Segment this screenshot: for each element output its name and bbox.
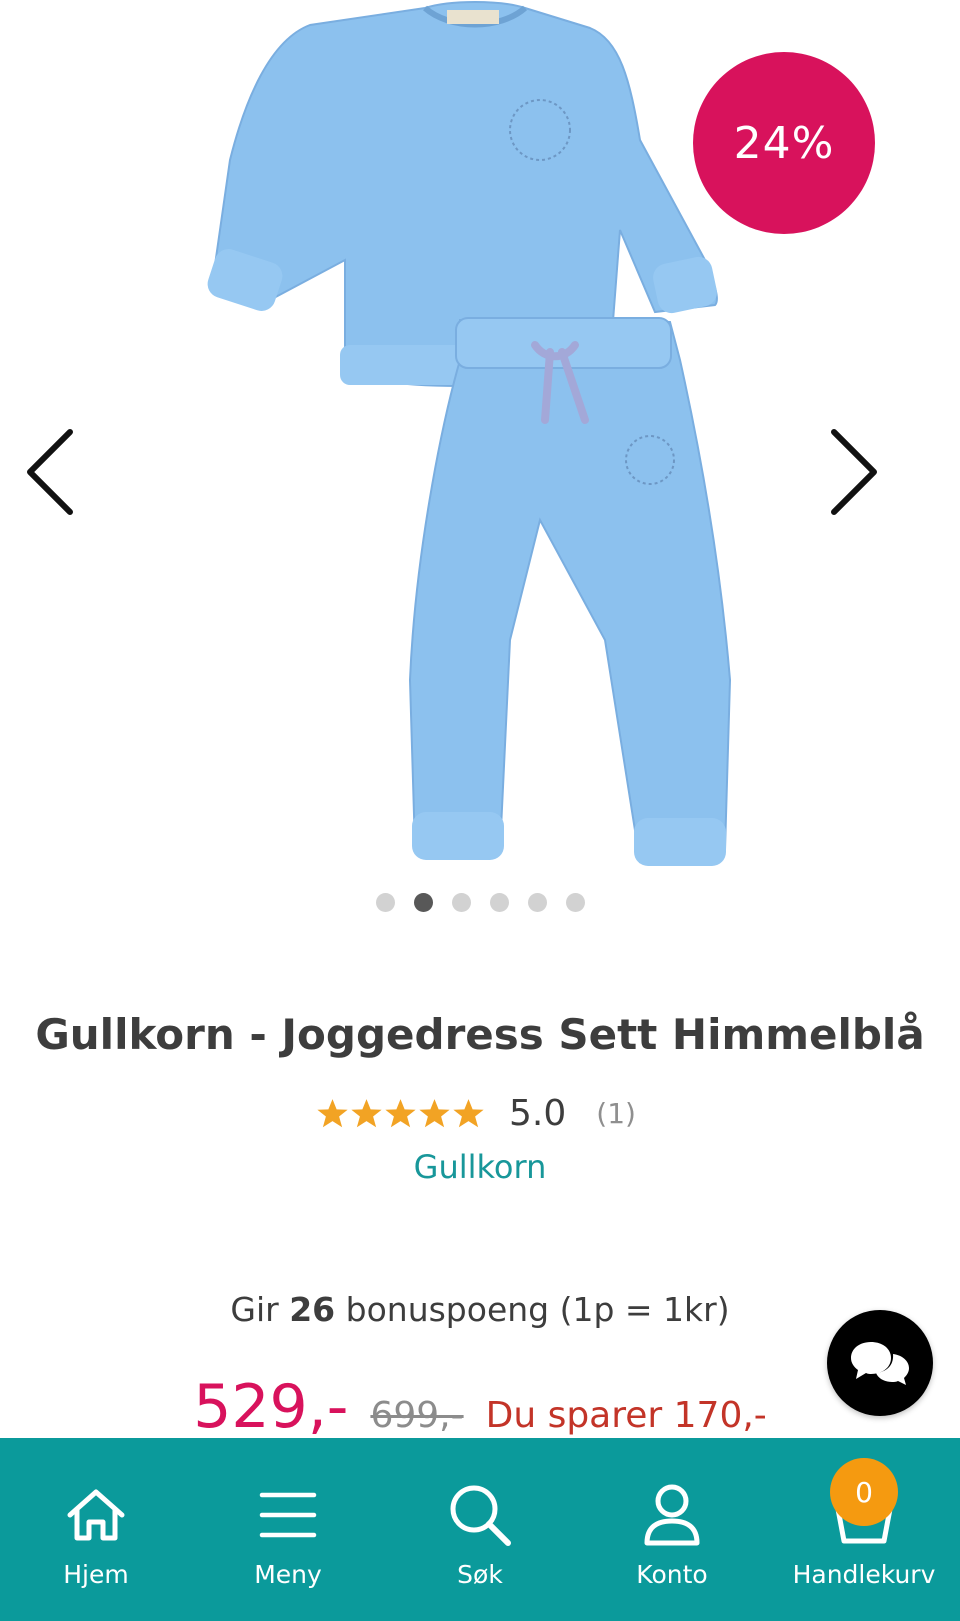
gallery-pagination bbox=[0, 893, 960, 912]
current-price: 529,- bbox=[193, 1372, 349, 1442]
star-icon bbox=[419, 1099, 450, 1128]
star-icon bbox=[351, 1099, 382, 1128]
star-icon bbox=[453, 1099, 484, 1128]
review-count[interactable]: (1) bbox=[596, 1097, 636, 1130]
savings-text: Du sparer 170,- bbox=[485, 1395, 767, 1436]
gallery-dot[interactable] bbox=[565, 893, 585, 912]
rating-score: 5.0 bbox=[509, 1093, 567, 1134]
next-image-button[interactable] bbox=[822, 420, 892, 520]
nav-label: Hjem bbox=[63, 1560, 129, 1589]
product-title: Gullkorn - Joggedress Sett Himmelblå bbox=[35, 1010, 925, 1059]
home-icon bbox=[67, 1489, 125, 1541]
star-icon bbox=[385, 1099, 416, 1128]
chat-button[interactable] bbox=[827, 1310, 933, 1416]
bonus-prefix: Gir bbox=[230, 1290, 279, 1329]
gallery-dot[interactable] bbox=[375, 893, 395, 912]
nav-menu[interactable]: Meny bbox=[192, 1438, 384, 1621]
chat-icon bbox=[851, 1342, 909, 1385]
original-price: 699,- bbox=[370, 1395, 464, 1436]
product-image bbox=[207, 1, 732, 866]
bonus-points: 26 bbox=[289, 1290, 336, 1329]
gallery-dot[interactable] bbox=[527, 893, 547, 912]
gallery-dot[interactable] bbox=[489, 893, 509, 912]
brand-link[interactable]: Gullkorn bbox=[0, 1148, 960, 1186]
nav-home[interactable]: Hjem bbox=[0, 1438, 192, 1621]
chevron-left-icon bbox=[27, 429, 73, 515]
rating-stars bbox=[316, 1097, 485, 1130]
star-icon bbox=[317, 1099, 348, 1128]
nav-label: Søk bbox=[457, 1560, 503, 1589]
cart-count-badge: 0 bbox=[830, 1458, 898, 1526]
nav-account[interactable]: Konto bbox=[576, 1438, 768, 1621]
bonus-suffix: bonuspoeng (1p = 1kr) bbox=[345, 1290, 730, 1329]
nav-label: Konto bbox=[636, 1560, 708, 1589]
bottom-navigation: Hjem Meny Søk Konto 0 Handlekurv bbox=[0, 1438, 960, 1621]
gallery-dot[interactable] bbox=[451, 893, 471, 912]
chevron-right-icon bbox=[831, 429, 877, 515]
bonus-points-info: Gir 26 bonuspoeng (1p = 1kr) bbox=[0, 1290, 960, 1329]
nav-search[interactable]: Søk bbox=[384, 1438, 576, 1621]
nav-cart[interactable]: 0 Handlekurv bbox=[768, 1438, 960, 1621]
previous-image-button[interactable] bbox=[12, 420, 82, 520]
product-gallery: 24% bbox=[0, 0, 960, 940]
discount-badge: 24% bbox=[693, 52, 875, 234]
nav-label: Meny bbox=[254, 1560, 322, 1589]
search-icon bbox=[450, 1485, 511, 1546]
nav-label: Handlekurv bbox=[792, 1560, 936, 1589]
menu-icon bbox=[259, 1492, 317, 1538]
user-icon bbox=[644, 1484, 700, 1546]
price-row: 529,- 699,- Du sparer 170,- bbox=[0, 1372, 960, 1442]
product-rating[interactable]: 5.0 (1) bbox=[0, 1093, 960, 1134]
gallery-dot-active[interactable] bbox=[413, 893, 433, 912]
